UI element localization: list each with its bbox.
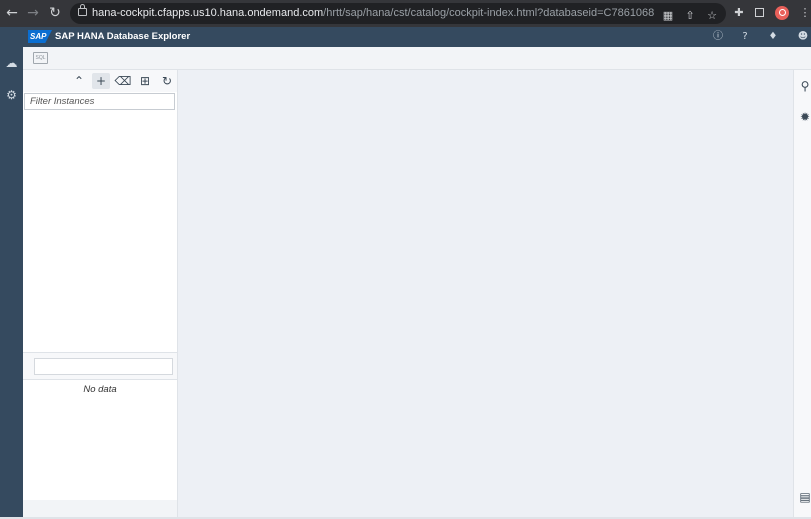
translate-icon[interactable]: ▦ [662, 10, 674, 22]
url-path: /hrtt/sap/hana/cst/catalog/cockpit-index… [323, 7, 655, 19]
no-data-text: No data [83, 384, 117, 395]
settings-icon[interactable]: ⚙ [2, 86, 21, 105]
url-host: hana-cockpit.cfapps.us10.hana.ondemand.c… [92, 7, 324, 19]
share-icon[interactable]: ⇧ [684, 10, 696, 22]
lock-icon[interactable] [78, 4, 87, 16]
arrow-left-icon[interactable]: ← [3, 4, 21, 22]
instances-toolbar: ⌃ + ⌫ ⊞ ↻ [23, 70, 177, 92]
url-text[interactable]: hana-cockpit.cfapps.us10.hana.ondemand.c… [92, 6, 654, 21]
filter-instances-input[interactable] [24, 93, 175, 110]
profile-icon[interactable] [775, 6, 789, 20]
notification-icon[interactable]: ♦ [766, 30, 780, 44]
shell-bar: SAP SAP HANA Database Explorer ⓘ ? ♦ ☻ [0, 27, 811, 47]
star-icon[interactable]: ☆ [706, 10, 718, 22]
sap-logo[interactable]: SAP [28, 30, 52, 43]
arrow-right-icon[interactable]: → [24, 4, 42, 22]
side-navigation: ☁ ⚙ [0, 47, 23, 519]
address-bar[interactable]: hana-cockpit.cfapps.us10.hana.ondemand.c… [70, 3, 726, 24]
debug-icon[interactable]: ✹ [797, 109, 811, 125]
database-explorer-icon[interactable]: ☁ [2, 54, 21, 73]
delete-icon[interactable]: ⌫ [114, 73, 132, 89]
reload-icon[interactable]: ↻ [46, 4, 64, 22]
console-icon[interactable]: ▤ [797, 489, 811, 505]
main-content [178, 70, 793, 517]
refresh-icon[interactable]: ↻ [158, 73, 176, 89]
add-icon[interactable]: + [92, 73, 110, 89]
extensions-icon[interactable]: ✚ [733, 7, 745, 19]
search-icon[interactable]: ⚲ [797, 78, 811, 94]
sidepanel-icon[interactable] [755, 8, 764, 17]
help-icon[interactable]: ? [738, 30, 752, 44]
collapse-icon[interactable]: ⌃ [70, 73, 88, 89]
browser-toolbar: ← → ↻ hana-cockpit.cfapps.us10.hana.onde… [0, 0, 811, 27]
details-filter-input[interactable] [34, 358, 173, 375]
sql-console-icon[interactable]: SQL [33, 52, 48, 64]
details-header [23, 353, 177, 380]
add-group-icon[interactable]: ⊞ [136, 73, 154, 89]
app-title: SAP HANA Database Explorer [55, 31, 191, 42]
info-icon[interactable]: ⓘ [711, 30, 725, 44]
instances-tree[interactable] [23, 112, 177, 353]
instances-panel: ⌃ + ⌫ ⊞ ↻ No data [23, 70, 178, 517]
details-footer [23, 500, 177, 517]
right-rail: ⚲ ✹ ▤ [793, 70, 811, 517]
main-toolbar: SQL [23, 47, 811, 70]
user-icon[interactable]: ☻ [796, 30, 810, 44]
menu-icon[interactable]: ⋮ [799, 7, 811, 19]
